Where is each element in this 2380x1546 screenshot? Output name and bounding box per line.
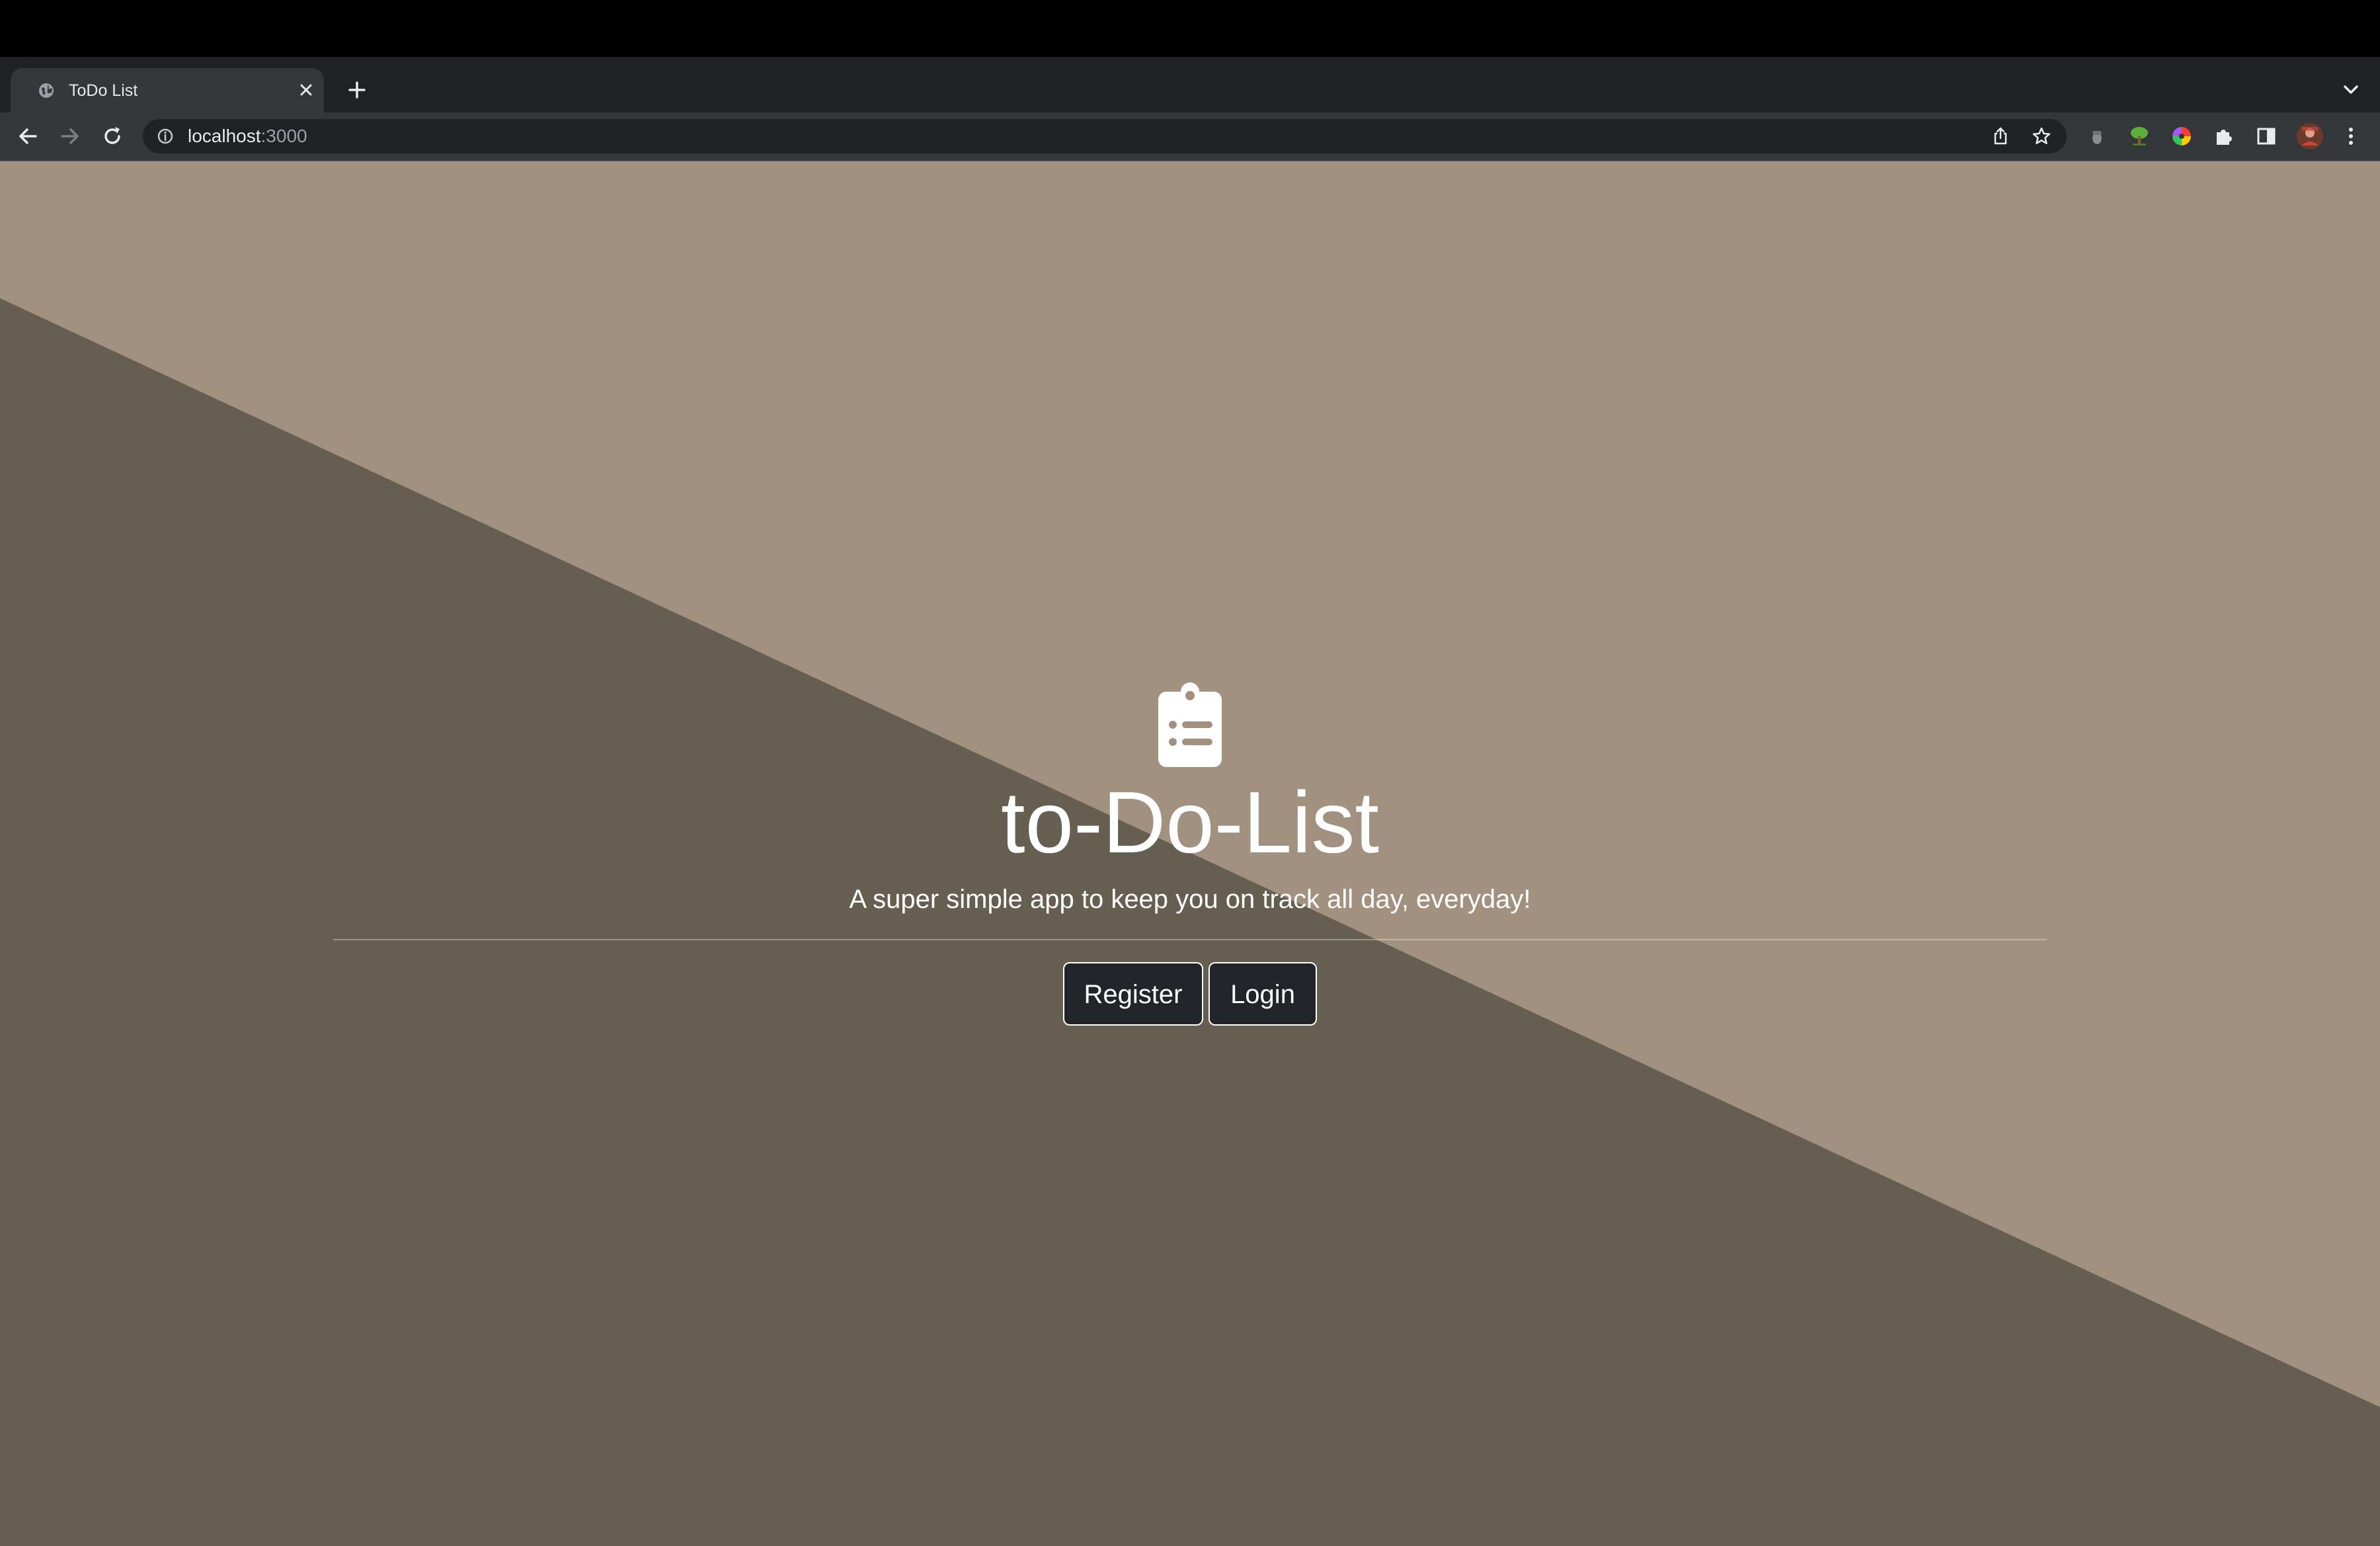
extension-color-wheel-icon[interactable] (2168, 123, 2195, 149)
bookmark-star-icon[interactable] (2031, 126, 2052, 147)
info-icon[interactable] (156, 127, 175, 145)
clipboard-list-icon (1158, 682, 1222, 767)
login-button[interactable]: Login (1209, 962, 1317, 1026)
tab-title: ToDo List (69, 81, 138, 100)
globe-icon (39, 83, 54, 98)
hero-section: to-Do-List A super simple app to keep yo… (0, 161, 2380, 1546)
url-port: :3000 (260, 126, 307, 146)
web-page: to-Do-List A super simple app to keep yo… (0, 161, 2380, 1546)
share-icon[interactable] (1990, 126, 2011, 147)
divider (333, 939, 2047, 940)
url-text[interactable]: localhost:3000 (188, 125, 307, 147)
new-tab-icon[interactable] (345, 78, 369, 102)
url-host: localhost (188, 126, 261, 146)
system-top-bar (0, 0, 2380, 57)
register-button[interactable]: Register (1063, 962, 1203, 1026)
close-icon[interactable] (296, 80, 316, 100)
chevron-down-icon[interactable] (2339, 79, 2363, 101)
side-panel-icon[interactable] (2253, 123, 2280, 149)
address-bar[interactable]: localhost:3000 (143, 119, 2067, 153)
forward-icon[interactable] (57, 123, 83, 149)
screen: ToDo List localhost:3000 to-Do-List A su… (0, 0, 2380, 1546)
reload-icon[interactable] (99, 123, 126, 149)
page-subtitle: A super simple app to keep you on track … (849, 885, 1531, 914)
menu-kebab-icon[interactable] (2338, 123, 2364, 149)
extension-acorn-icon[interactable] (2084, 123, 2110, 149)
profile-avatar[interactable] (2295, 122, 2324, 151)
extension-tree-icon[interactable] (2126, 123, 2153, 149)
browser-tab[interactable]: ToDo List (11, 68, 324, 112)
back-icon[interactable] (15, 123, 41, 149)
page-title: to-Do-List (1000, 774, 1380, 871)
extensions-puzzle-icon[interactable] (2211, 123, 2237, 149)
